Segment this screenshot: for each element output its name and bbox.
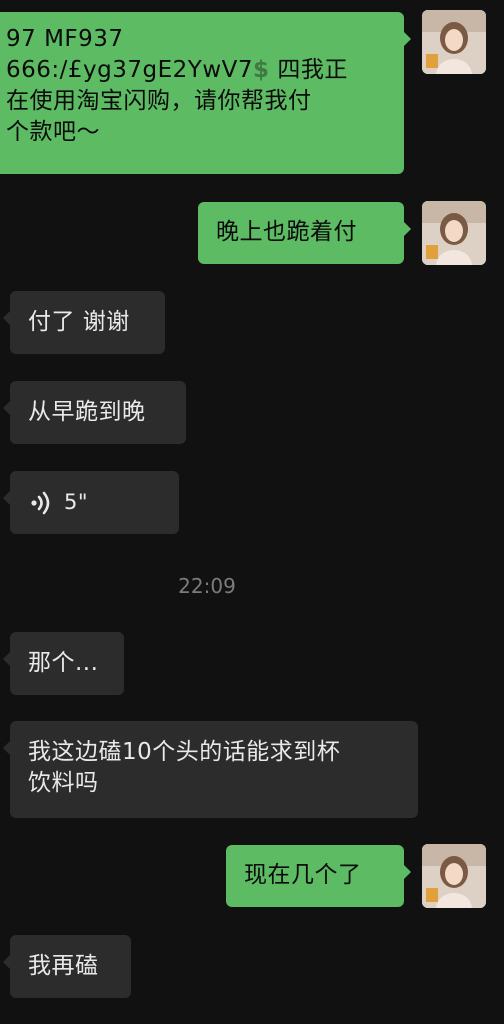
- message-bubble-incoming[interactable]: 付了 谢谢: [3, 291, 165, 354]
- message-text: 我再磕: [28, 953, 99, 979]
- message-bubble-incoming[interactable]: 我再磕: [3, 935, 131, 998]
- user-avatar[interactable]: [422, 201, 486, 265]
- voice-wave-icon: [31, 491, 50, 514]
- user-avatar[interactable]: [422, 10, 486, 74]
- message-text: 从早跪到晚: [28, 399, 146, 425]
- message-text: 我这边磕10个头的话能求到杯 饮料吗: [28, 739, 341, 796]
- avatar-photo-icon: [422, 844, 486, 908]
- message-bubble-incoming[interactable]: 我这边磕10个头的话能求到杯 饮料吗: [3, 721, 418, 818]
- voice-duration: 5": [64, 490, 89, 514]
- avatar-photo-icon: [422, 201, 486, 265]
- avatar-photo-icon: [422, 10, 486, 74]
- message-bubble-incoming[interactable]: 那个...: [3, 632, 124, 695]
- message-bubble-outgoing[interactable]: 晚上也跪着付: [198, 202, 411, 264]
- voice-message-bubble[interactable]: 5": [3, 471, 179, 534]
- dollar-icon: $: [253, 57, 270, 83]
- user-avatar[interactable]: [422, 844, 486, 908]
- message-bubble-outgoing[interactable]: 97 MF937 666:/£yg37gE2YwV7$ 四我正 在使用淘宝闪购，…: [0, 12, 411, 174]
- message-text: 97 MF937 666:/£yg37gE2YwV7$ 四我正 在使用淘宝闪购，…: [6, 26, 348, 145]
- chat-timestamp: 22:09: [178, 574, 236, 598]
- message-text: 现在几个了: [244, 862, 362, 888]
- message-text: 那个...: [28, 650, 99, 676]
- message-text: 付了 谢谢: [28, 309, 130, 335]
- message-bubble-incoming[interactable]: 从早跪到晚: [3, 381, 186, 444]
- message-text: 晚上也跪着付: [216, 219, 357, 245]
- message-bubble-outgoing[interactable]: 现在几个了: [226, 845, 411, 907]
